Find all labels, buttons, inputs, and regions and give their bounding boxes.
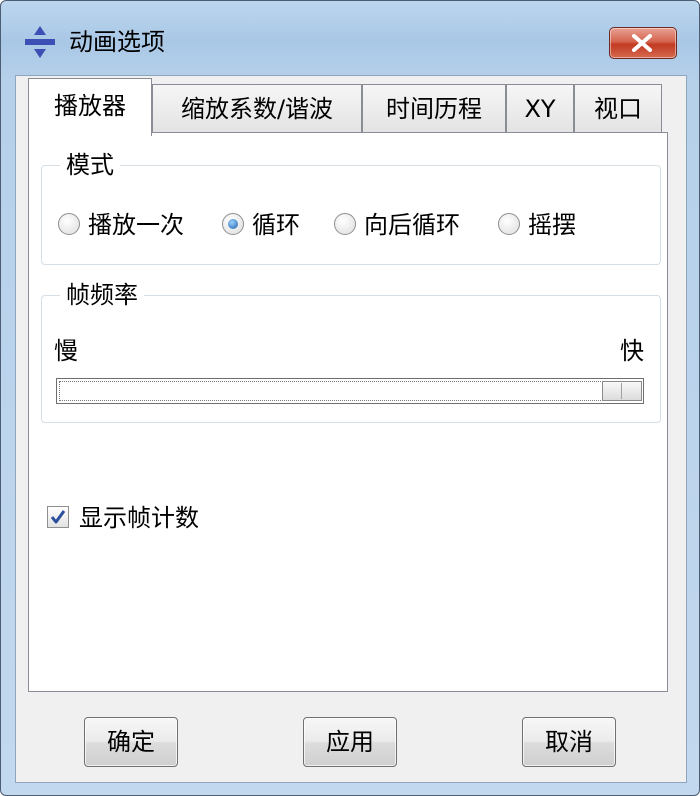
mode-group: 模式 播放一次 循环 向后循环 摇摆 [41, 150, 661, 265]
show-frame-counter-label: 显示帧计数 [79, 504, 199, 532]
ok-button[interactable]: 确定 [84, 717, 178, 767]
show-frame-counter-checkbox[interactable] [47, 506, 69, 528]
radio-button[interactable] [498, 213, 520, 235]
tab-scale-factor-harmonic[interactable]: 缩放系数/谐波 [152, 84, 362, 132]
checkmark-icon [50, 510, 66, 524]
tab-time-history[interactable]: 时间历程 [362, 84, 506, 132]
radio-button[interactable] [58, 213, 80, 235]
radio-button[interactable] [334, 213, 356, 235]
close-button[interactable] [609, 27, 677, 59]
radio-label: 循环 [252, 211, 300, 239]
slider-thumb[interactable] [602, 381, 642, 401]
apply-button[interactable]: 应用 [303, 717, 397, 767]
radio-swing[interactable]: 摇摆 [498, 208, 598, 242]
radio-button-checked[interactable] [222, 213, 244, 235]
tab-xy[interactable]: XY [506, 84, 574, 132]
tab-player[interactable]: 播放器 [28, 78, 152, 136]
frame-rate-group-title: 帧频率 [60, 280, 144, 310]
window-title: 动画选项 [69, 28, 165, 56]
frame-rate-group: 帧频率 慢 快 [41, 280, 661, 423]
fast-label: 快 [620, 337, 644, 365]
player-tab-panel: 模式 播放一次 循环 向后循环 摇摆 帧频率 慢 快 显示帧计数 [28, 132, 668, 692]
radio-loop-backward[interactable]: 向后循环 [334, 208, 484, 242]
close-icon [632, 34, 652, 52]
slow-label: 慢 [54, 337, 78, 365]
frame-rate-slider[interactable] [56, 378, 644, 404]
tab-viewport[interactable]: 视口 [574, 84, 662, 132]
title-bar[interactable]: 动画选项 [1, 1, 699, 75]
animation-options-dialog: 动画选项 播放器 缩放系数/谐波 时间历程 XY 视口 模式 播放一次 循环 向… [0, 0, 700, 796]
radio-play-once[interactable]: 播放一次 [58, 208, 208, 242]
animation-icon [23, 25, 57, 59]
radio-label: 播放一次 [88, 211, 184, 239]
cancel-button[interactable]: 取消 [522, 717, 616, 767]
radio-label: 向后循环 [364, 211, 460, 239]
mode-group-title: 模式 [60, 150, 120, 180]
radio-label: 摇摆 [528, 211, 576, 239]
dialog-body: 播放器 缩放系数/谐波 时间历程 XY 视口 模式 播放一次 循环 向后循环 摇… [15, 75, 687, 783]
radio-loop[interactable]: 循环 [222, 208, 322, 242]
